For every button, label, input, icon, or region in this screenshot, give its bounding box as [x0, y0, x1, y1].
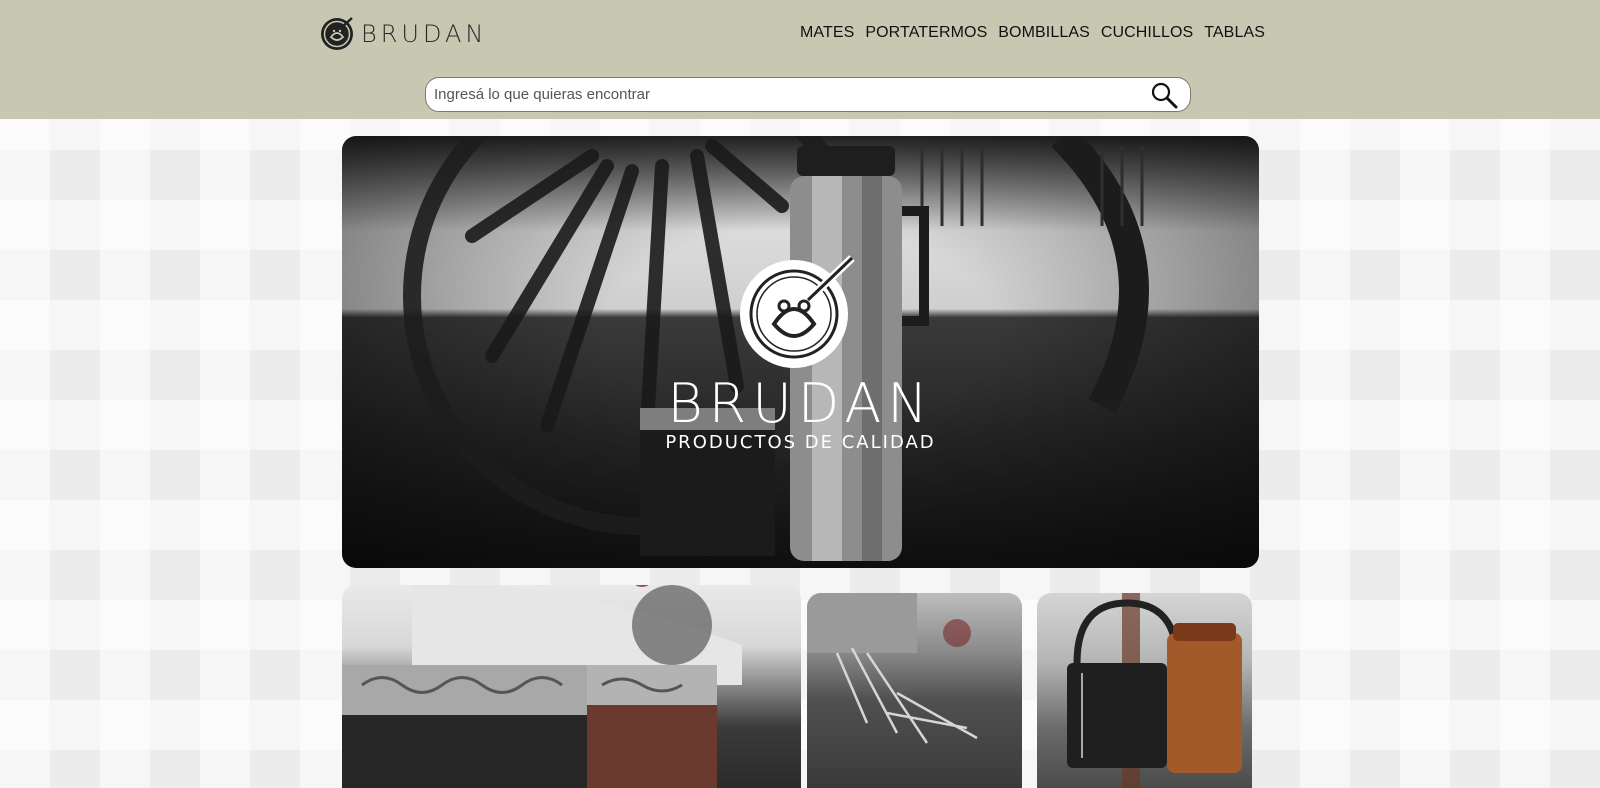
hero-title: BRUDAN — [667, 372, 934, 435]
product-card-bombillas[interactable] — [807, 593, 1022, 788]
hero-logo: BRUDAN PRODUCTOS DE CALIDAD — [342, 136, 1259, 568]
portatermos-product-image — [1067, 593, 1242, 788]
nav-item-cuchillos[interactable]: CUCHILLOS — [1101, 24, 1193, 42]
brand-emblem-icon — [740, 255, 855, 368]
nav-item-portatermos[interactable]: PORTATERMOS — [865, 24, 987, 42]
brand-mate-logo-icon — [321, 17, 353, 50]
mates-product-image — [342, 585, 742, 788]
bombillas-product-image — [807, 593, 978, 744]
hero-banner[interactable]: BRUDAN PRODUCTOS DE CALIDAD — [342, 136, 1259, 568]
main-nav: MATES PORTATERMOS BOMBILLAS CUCHILLOS TA… — [800, 24, 1265, 42]
search-bar — [425, 77, 1191, 112]
product-card-portatermos[interactable] — [1037, 593, 1252, 788]
nav-item-tablas[interactable]: TABLAS — [1204, 24, 1265, 42]
brand-logo-link[interactable]: BRUDAN — [319, 16, 487, 52]
search-icon — [1151, 82, 1178, 108]
hero-subtitle: PRODUCTOS DE CALIDAD — [665, 432, 936, 453]
search-button[interactable] — [1144, 78, 1184, 111]
brand-name: BRUDAN — [361, 20, 488, 48]
site-header: BRUDAN MATES PORTATERMOS BOMBILLAS CUCHI… — [0, 0, 1600, 119]
nav-item-mates[interactable]: MATES — [800, 24, 854, 42]
product-card-mates[interactable] — [342, 585, 801, 788]
search-input[interactable] — [426, 78, 1144, 111]
nav-item-bombillas[interactable]: BOMBILLAS — [998, 24, 1090, 42]
